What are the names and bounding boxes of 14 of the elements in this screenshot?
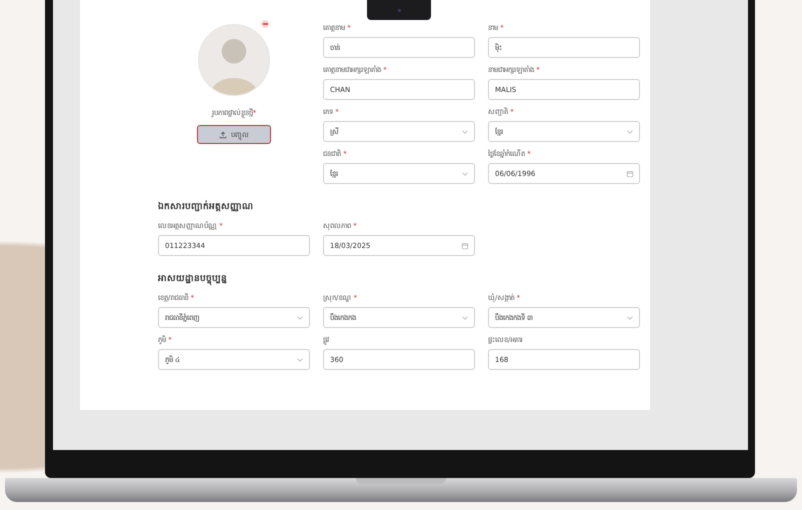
calendar-icon	[626, 170, 634, 178]
upload-icon	[219, 130, 227, 138]
remove-icon[interactable]	[261, 20, 269, 28]
chevron-down-icon	[461, 170, 469, 178]
chevron-down-icon	[296, 356, 304, 364]
section-heading: ឯកសារបញ្ជាក់អត្តសញ្ញាណ	[158, 200, 254, 214]
chevron-down-icon	[626, 128, 634, 136]
section-heading: អាសយដ្ឋានបច្ចុប្បន្ន	[158, 273, 228, 286]
chevron-down-icon	[461, 128, 469, 136]
chevron-down-icon	[626, 314, 634, 322]
chevron-down-icon	[296, 314, 304, 322]
chevron-down-icon	[461, 314, 469, 322]
camera-notch	[367, 0, 431, 20]
calendar-icon	[461, 242, 469, 250]
